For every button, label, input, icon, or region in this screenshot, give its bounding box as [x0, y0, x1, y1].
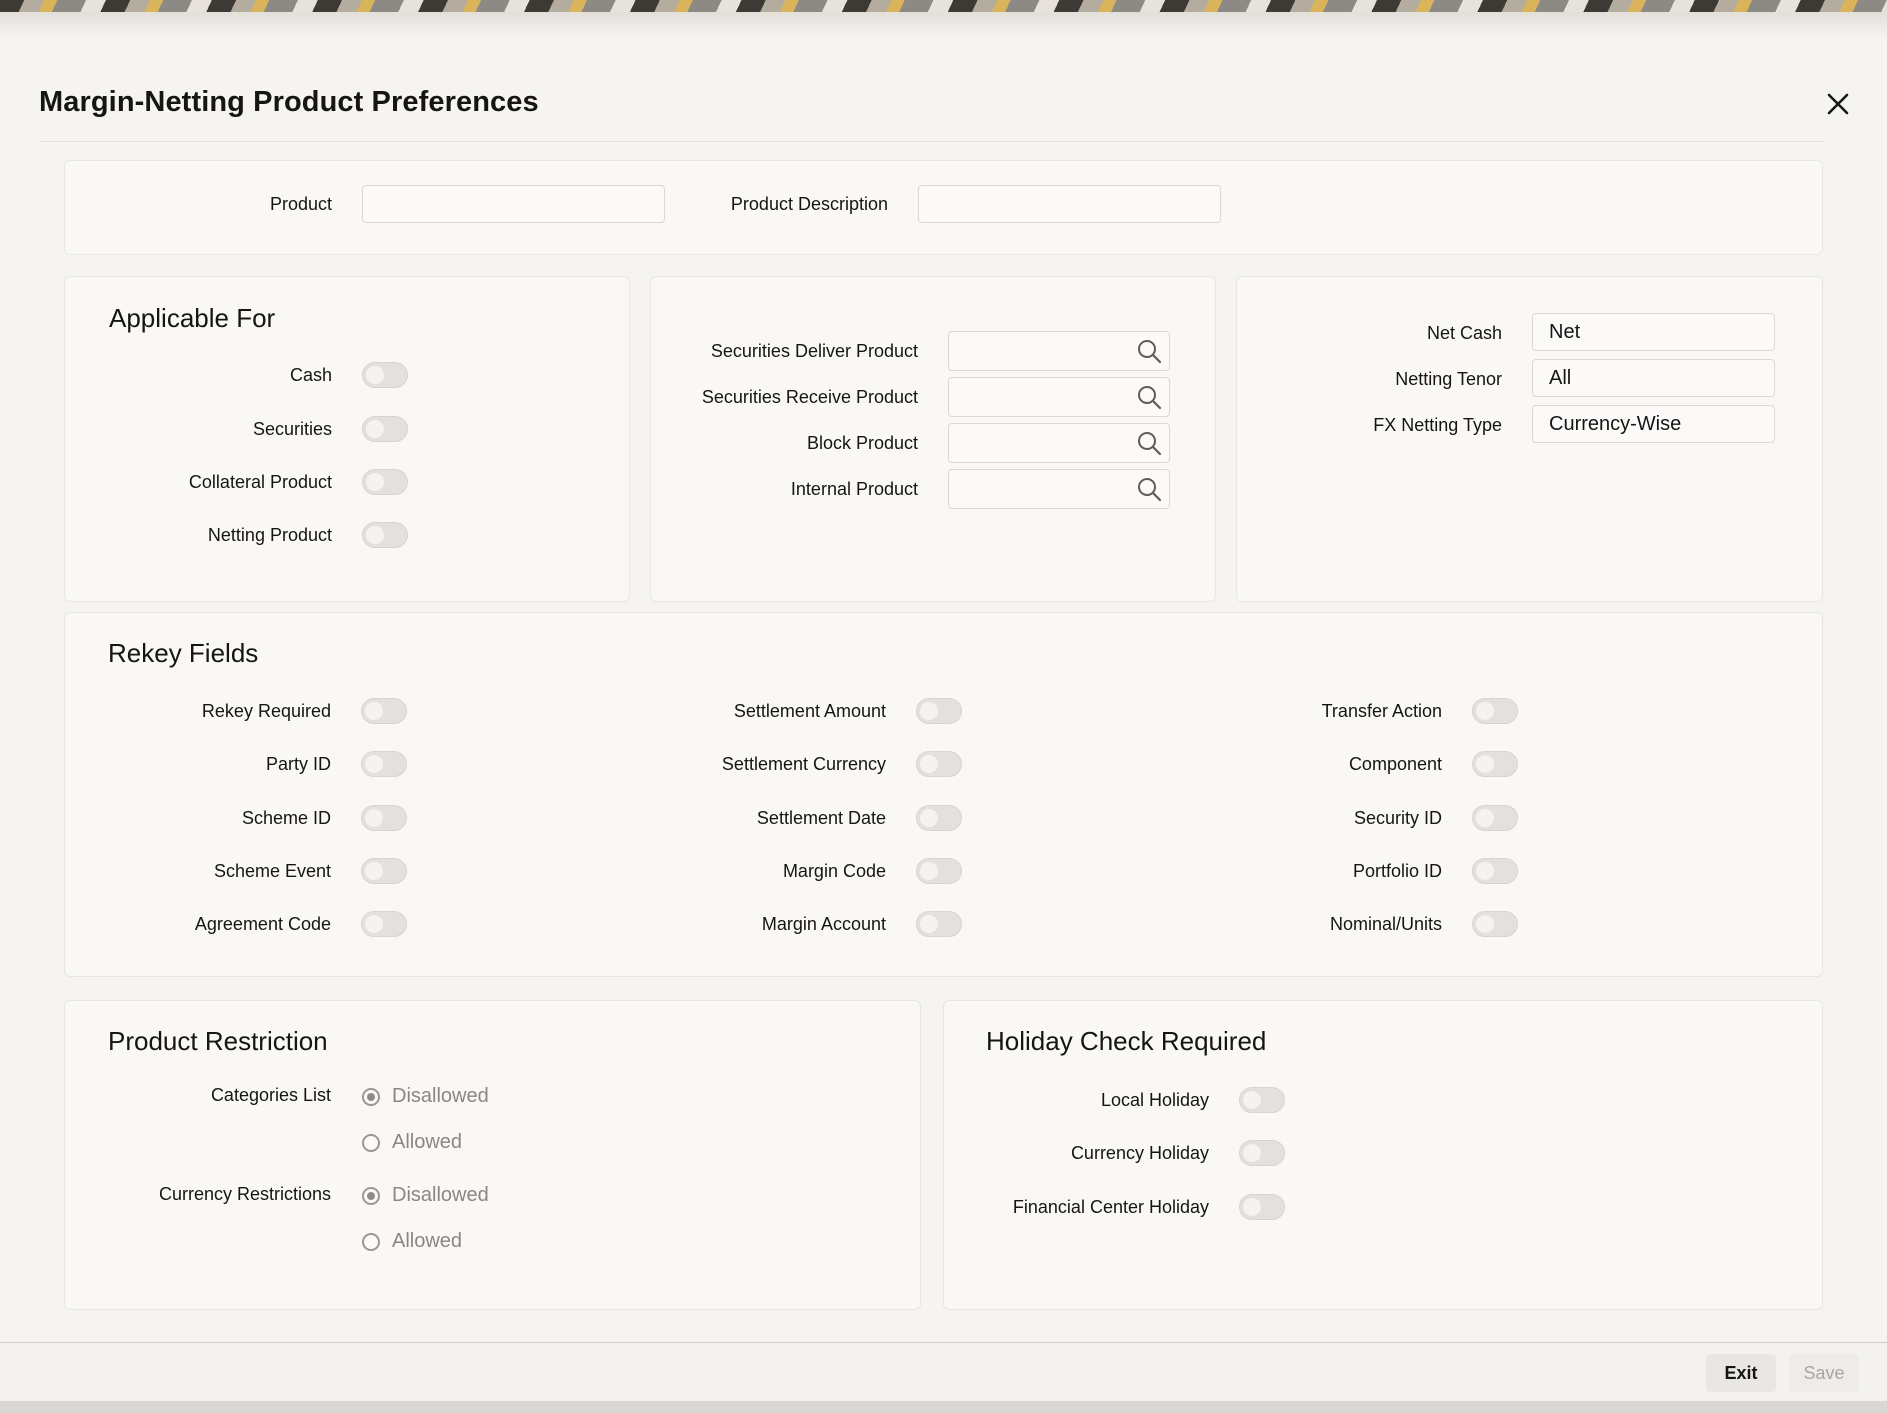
search-icon[interactable] — [1136, 430, 1162, 456]
margin-code-label: Margin Code — [782, 861, 886, 881]
rekey-required-label: Rekey Required — [201, 701, 331, 721]
categories-list-label: Categories List — [210, 1085, 331, 1105]
margin-code-toggle[interactable] — [916, 858, 962, 884]
product-input[interactable] — [362, 185, 665, 223]
netting-tenor-label: Netting Tenor — [1395, 369, 1502, 389]
securities-toggle[interactable] — [362, 416, 408, 442]
settlement-amount-label: Settlement Amount — [733, 701, 886, 721]
product-description-input[interactable] — [918, 185, 1221, 223]
radio-label: Disallowed — [392, 1184, 489, 1206]
settlement-currency-toggle[interactable] — [916, 751, 962, 777]
party-id-toggle[interactable] — [361, 751, 407, 777]
currency-disallowed-radio[interactable]: Disallowed — [362, 1184, 489, 1207]
radio-button[interactable] — [362, 1232, 380, 1251]
currency-holiday-toggle[interactable] — [1239, 1140, 1285, 1166]
search-icon[interactable] — [1136, 384, 1162, 410]
block-product-label: Block Product — [806, 433, 918, 453]
product-label: Product — [269, 194, 332, 214]
cash-label: Cash — [289, 365, 332, 385]
netting-product-label: Netting Product — [207, 525, 332, 545]
banner-fade — [0, 12, 1887, 38]
settlement-amount-toggle[interactable] — [916, 698, 962, 724]
radio-button[interactable] — [362, 1087, 380, 1106]
component-label: Component — [1348, 754, 1442, 774]
collateral-product-label: Collateral Product — [188, 472, 332, 492]
net-cash-field[interactable] — [1532, 313, 1775, 351]
settlement-date-label: Settlement Date — [756, 808, 886, 828]
exit-button[interactable]: Exit — [1706, 1354, 1776, 1392]
radio-button[interactable] — [362, 1186, 380, 1205]
product-restriction-heading: Product Restriction — [108, 1026, 328, 1056]
rekey-required-toggle[interactable] — [361, 698, 407, 724]
footer-bar — [0, 1343, 1887, 1401]
internal-product-lov — [948, 469, 1170, 509]
decorative-banner — [0, 0, 1887, 12]
radio-label: Allowed — [392, 1230, 463, 1252]
local-holiday-toggle[interactable] — [1239, 1087, 1285, 1113]
scheme-id-label: Scheme ID — [241, 808, 331, 828]
radio-label: Disallowed — [392, 1085, 489, 1107]
netting-product-toggle[interactable] — [362, 522, 408, 548]
applicable-for-heading: Applicable For — [109, 303, 276, 333]
margin-account-label: Margin Account — [761, 914, 886, 934]
security-id-toggle[interactable] — [1472, 805, 1518, 831]
radio-button[interactable] — [362, 1133, 380, 1152]
scheme-event-label: Scheme Event — [213, 861, 331, 881]
settlement-currency-label: Settlement Currency — [721, 754, 886, 774]
agreement-code-label: Agreement Code — [194, 914, 331, 934]
agreement-code-toggle[interactable] — [361, 911, 407, 937]
securities-deliver-product-label: Securities Deliver Product — [710, 341, 918, 361]
currency-restrictions-label: Currency Restrictions — [158, 1184, 331, 1204]
categories-disallowed-radio[interactable]: Disallowed — [362, 1085, 489, 1108]
cash-toggle[interactable] — [362, 362, 408, 388]
nominal-units-toggle[interactable] — [1472, 911, 1518, 937]
block-product-lov — [948, 423, 1170, 463]
search-icon[interactable] — [1136, 476, 1162, 502]
financial-center-holiday-toggle[interactable] — [1239, 1194, 1285, 1220]
window-title: Margin-Netting Product Preferences — [39, 86, 539, 118]
securities-receive-product-lov — [948, 377, 1170, 417]
collateral-product-toggle[interactable] — [362, 469, 408, 495]
holiday-check-heading: Holiday Check Required — [986, 1026, 1267, 1056]
currency-holiday-label: Currency Holiday — [1070, 1143, 1209, 1163]
security-id-label: Security ID — [1353, 808, 1442, 828]
product-description-label: Product Description — [730, 194, 888, 214]
bottom-strip — [0, 1401, 1887, 1413]
component-toggle[interactable] — [1472, 751, 1518, 777]
scheme-event-toggle[interactable] — [361, 858, 407, 884]
rekey-fields-heading: Rekey Fields — [108, 638, 259, 668]
margin-account-toggle[interactable] — [916, 911, 962, 937]
net-cash-label: Net Cash — [1426, 323, 1502, 343]
portfolio-id-label: Portfolio ID — [1352, 861, 1442, 881]
transfer-action-label: Transfer Action — [1321, 701, 1442, 721]
fx-netting-type-label: FX Netting Type — [1373, 415, 1502, 435]
close-icon[interactable] — [1823, 89, 1853, 119]
portfolio-id-toggle[interactable] — [1472, 858, 1518, 884]
currency-allowed-radio[interactable]: Allowed — [362, 1230, 462, 1253]
transfer-action-toggle[interactable] — [1472, 698, 1518, 724]
netting-tenor-field[interactable] — [1532, 359, 1775, 397]
save-button[interactable]: Save — [1789, 1354, 1859, 1392]
radio-label: Allowed — [392, 1131, 463, 1153]
search-icon[interactable] — [1136, 338, 1162, 364]
fx-netting-type-field[interactable] — [1532, 405, 1775, 443]
categories-allowed-radio[interactable]: Allowed — [362, 1131, 462, 1154]
internal-product-label: Internal Product — [790, 479, 918, 499]
securities-deliver-product-lov — [948, 331, 1170, 371]
financial-center-holiday-label: Financial Center Holiday — [1012, 1197, 1209, 1217]
title-divider — [39, 141, 1823, 142]
local-holiday-label: Local Holiday — [1100, 1090, 1209, 1110]
nominal-units-label: Nominal/Units — [1329, 914, 1442, 934]
settlement-date-toggle[interactable] — [916, 805, 962, 831]
scheme-id-toggle[interactable] — [361, 805, 407, 831]
securities-label: Securities — [252, 419, 332, 439]
party-id-label: Party ID — [265, 754, 331, 774]
securities-receive-product-label: Securities Receive Product — [701, 387, 918, 407]
